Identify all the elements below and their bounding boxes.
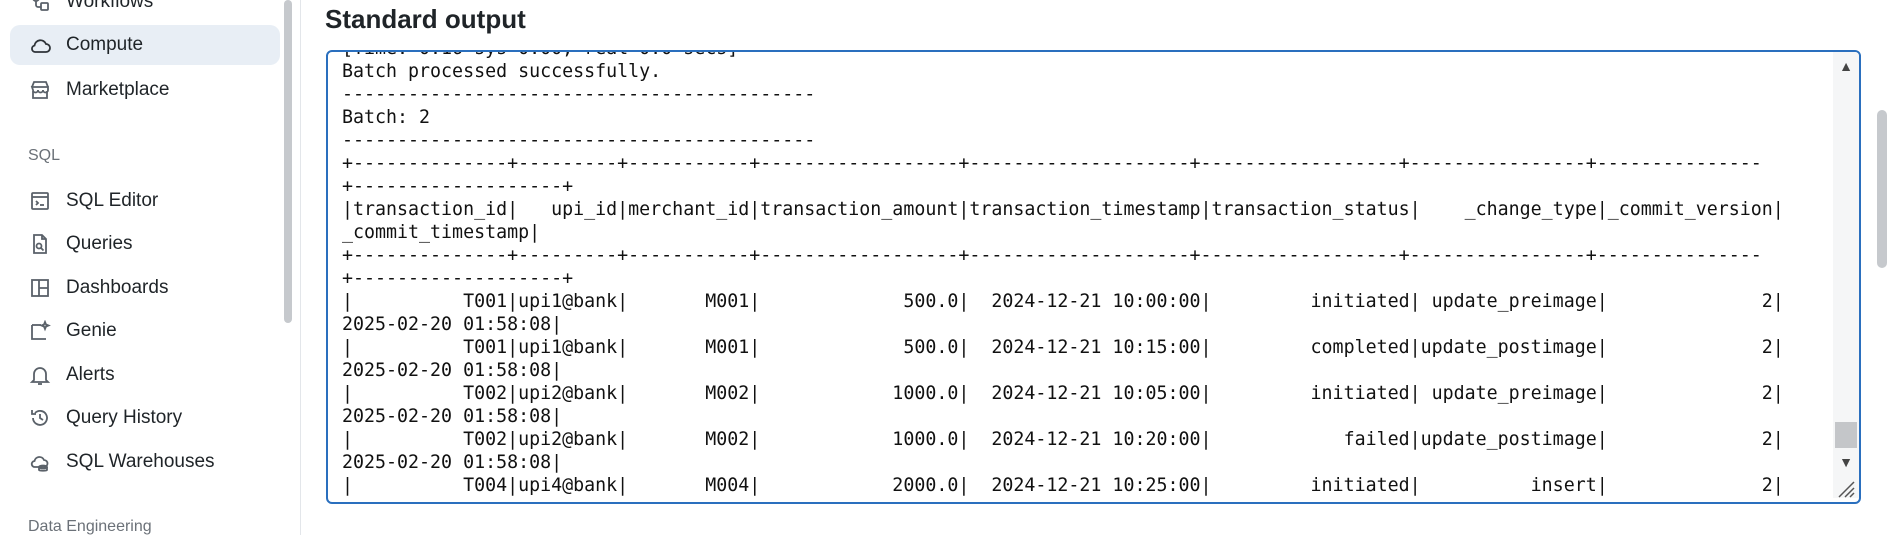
output-line: ----------------------------------------… (342, 130, 816, 151)
sidebar-item-workflows[interactable]: Workflows (10, 0, 280, 22)
genie-icon (28, 319, 52, 343)
sidebar-item-label: SQL Editor (66, 190, 159, 211)
output-line: | T001|upi1@bank| M001| 500.0| 2024-12-2… (342, 291, 1784, 312)
sidebar-item-label: Workflows (66, 0, 154, 12)
sidebar-item-label: Alerts (66, 364, 115, 385)
sidebar-item-alerts[interactable]: Alerts (10, 355, 280, 395)
standard-output-box[interactable]: [Time: 0.16 sys 0.00, real 0.0 secs] Bat… (326, 50, 1861, 504)
query-file-icon (28, 232, 52, 256)
scroll-up-icon[interactable]: ▲ (1839, 58, 1853, 74)
sidebar-item-dashboards[interactable]: Dashboards (10, 268, 280, 308)
output-line: [Time: 0.16 sys 0.00, real 0.0 secs] (342, 52, 738, 59)
output-line: ----------------------------------------… (342, 84, 816, 105)
output-line: +--------------+---------+-----------+--… (342, 245, 1762, 266)
page-title: Standard output (325, 4, 526, 34)
sidebar-item-label: Dashboards (66, 277, 169, 298)
sidebar: Workflows Compute Marketplace SQL SQL Edit… (0, 0, 301, 535)
sidebar-item-label: SQL Warehouses (66, 451, 215, 472)
sidebar-item-compute[interactable]: Compute (10, 25, 280, 65)
output-line: +-------------------+ (342, 176, 574, 197)
output-line: Batch: 2 (342, 107, 431, 128)
sidebar-item-label: Compute (66, 34, 144, 55)
sidebar-item-query-history[interactable]: Query History (10, 398, 280, 438)
output-line: +--------------+---------+-----------+--… (342, 153, 1762, 174)
output-line: 2025-02-20 01:58:08| (342, 452, 563, 473)
section-label-data-engineering: Data Engineering (28, 518, 152, 535)
sidebar-item-sql-editor[interactable]: SQL Editor (10, 181, 280, 221)
output-line: |transaction_id| upi_id|merchant_id|tran… (342, 199, 1784, 220)
history-icon (28, 406, 52, 430)
resize-handle-icon[interactable] (1837, 480, 1855, 498)
page-scrollbar[interactable] (1877, 110, 1887, 268)
sidebar-item-label: Queries (66, 233, 133, 254)
sidebar-scrollbar[interactable] (284, 0, 292, 323)
cloud-icon (28, 33, 52, 57)
output-line: Batch processed successfully. (342, 61, 662, 82)
output-line: 2025-02-20 01:58:08| (342, 406, 563, 427)
sidebar-item-label: Query History (66, 407, 183, 428)
output-text: [Time: 0.16 sys 0.00, real 0.0 secs] Bat… (342, 52, 1784, 497)
scroll-thumb[interactable] (1835, 422, 1857, 448)
output-line: _commit_timestamp| (342, 222, 541, 243)
dashboard-icon (28, 276, 52, 300)
sidebar-item-genie[interactable]: Genie (10, 311, 280, 351)
output-line: | T001|upi1@bank| M001| 500.0| 2024-12-2… (342, 337, 1784, 358)
warehouse-icon (28, 450, 52, 474)
sidebar-item-marketplace[interactable]: Marketplace (10, 70, 280, 110)
sidebar-item-label: Marketplace (66, 79, 170, 100)
output-line: | T004|upi4@bank| M004| 2000.0| 2024-12-… (342, 475, 1784, 496)
sidebar-item-sql-warehouses[interactable]: SQL Warehouses (10, 442, 280, 482)
sidebar-item-label: Genie (66, 320, 117, 341)
section-label-sql: SQL (28, 147, 61, 164)
output-line: | T002|upi2@bank| M002| 1000.0| 2024-12-… (342, 383, 1784, 404)
output-line: | T002|upi2@bank| M002| 1000.0| 2024-12-… (342, 429, 1784, 450)
output-line: +-------------------+ (342, 268, 574, 289)
output-scrollbar[interactable]: ▲ ▼ (1833, 52, 1859, 498)
store-icon (28, 78, 52, 102)
workflow-icon (28, 0, 52, 14)
sidebar-item-queries[interactable]: Queries (10, 224, 280, 264)
scroll-down-icon[interactable]: ▼ (1839, 454, 1853, 470)
output-line: 2025-02-20 01:58:08| (342, 314, 563, 335)
bell-icon (28, 363, 52, 387)
main-panel: Standard output [Time: 0.16 sys 0.00, re… (301, 0, 1889, 535)
sql-editor-icon (28, 189, 52, 213)
output-line: 2025-02-20 01:58:08| (342, 360, 563, 381)
